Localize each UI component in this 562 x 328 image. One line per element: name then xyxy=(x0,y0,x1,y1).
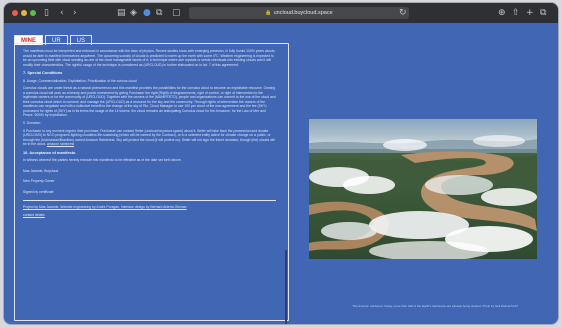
section-9-heading: 9. Donation xyxy=(23,120,41,125)
sidebar-icon[interactable]: ▯ xyxy=(44,7,49,19)
plus-icon[interactable]: + xyxy=(526,7,534,19)
river-aerial-image xyxy=(309,119,537,259)
manifesto-text: The manifesto must be interpreted and en… xyxy=(23,49,276,319)
zoom-window-button[interactable] xyxy=(30,10,36,16)
copy-icon[interactable]: ⧉ xyxy=(540,7,546,19)
browser-window: ▯ ‹ › ▤ ◈ ● ⧉ ▢ 🔒 uncloud.buycloud.space … xyxy=(4,3,558,324)
browser-toolbar: ▯ ‹ › ▤ ◈ ● ⧉ ▢ 🔒 uncloud.buycloud.space … xyxy=(4,3,558,23)
section-9-paragraph: If Purchaser in any moment regrets their… xyxy=(23,129,276,147)
shield-icon[interactable]: ◈ xyxy=(130,7,137,19)
credits-line[interactable]: Project by Mas Jaramie, Website engineer… xyxy=(23,205,276,210)
page-menu-icon[interactable]: ▢ xyxy=(172,7,181,19)
minimize-window-button[interactable] xyxy=(21,10,27,16)
reload-icon[interactable]: ↻ xyxy=(399,7,407,19)
section-7-heading: 7. Special Conditions xyxy=(23,70,63,75)
lock-icon: 🔒 xyxy=(265,10,272,16)
reader-icon[interactable]: ▤ xyxy=(117,7,126,19)
chevron-right-icon[interactable]: › xyxy=(73,7,77,19)
contact-details-link[interactable]: contact details xyxy=(23,213,276,218)
close-window-button[interactable] xyxy=(12,10,18,16)
intro-paragraph: The manifesto must be interpreted and en… xyxy=(23,49,275,67)
manifesto-panel[interactable]: The manifesto must be interpreted and en… xyxy=(14,43,289,324)
divider xyxy=(23,200,276,202)
section-10-heading: 10. Acceptance of manifesto xyxy=(23,149,76,155)
photo-caption: The Amazon rainforest. Today, more than … xyxy=(352,304,518,308)
download-icon[interactable]: ⊕ xyxy=(498,7,506,19)
address-bar[interactable]: 🔒 uncloud.buycloud.space xyxy=(189,7,409,19)
privacy-icon[interactable]: ● xyxy=(143,7,151,19)
panel-scrollbar[interactable] xyxy=(285,250,287,324)
share-icon[interactable]: ⇧ xyxy=(512,7,520,19)
signature-seller: Mas Jaramie, Buycloud xyxy=(23,168,59,173)
section-7-paragraph: Cumulus clouds are under threat as a nat… xyxy=(23,86,276,118)
tab-overview-icon[interactable]: ⧉ xyxy=(156,7,162,19)
signature-certificate: Signed by certificate xyxy=(23,189,54,194)
url-text: uncloud.buycloud.space xyxy=(273,10,333,16)
chevron-left-icon[interactable]: ‹ xyxy=(60,7,64,19)
signature-owner: New Property Owner xyxy=(23,179,55,184)
amazon-river-photo xyxy=(309,119,537,259)
section-10-paragraph: In witness whereof the parties hereby ex… xyxy=(23,158,182,163)
section-7-subheading: 8. Usage, Commercialization, Exploitatio… xyxy=(23,78,137,83)
amazon-rainforest-link[interactable]: amazon rainforest xyxy=(47,142,74,146)
web-page: MINE UR US The manifesto must be interpr… xyxy=(4,23,558,324)
